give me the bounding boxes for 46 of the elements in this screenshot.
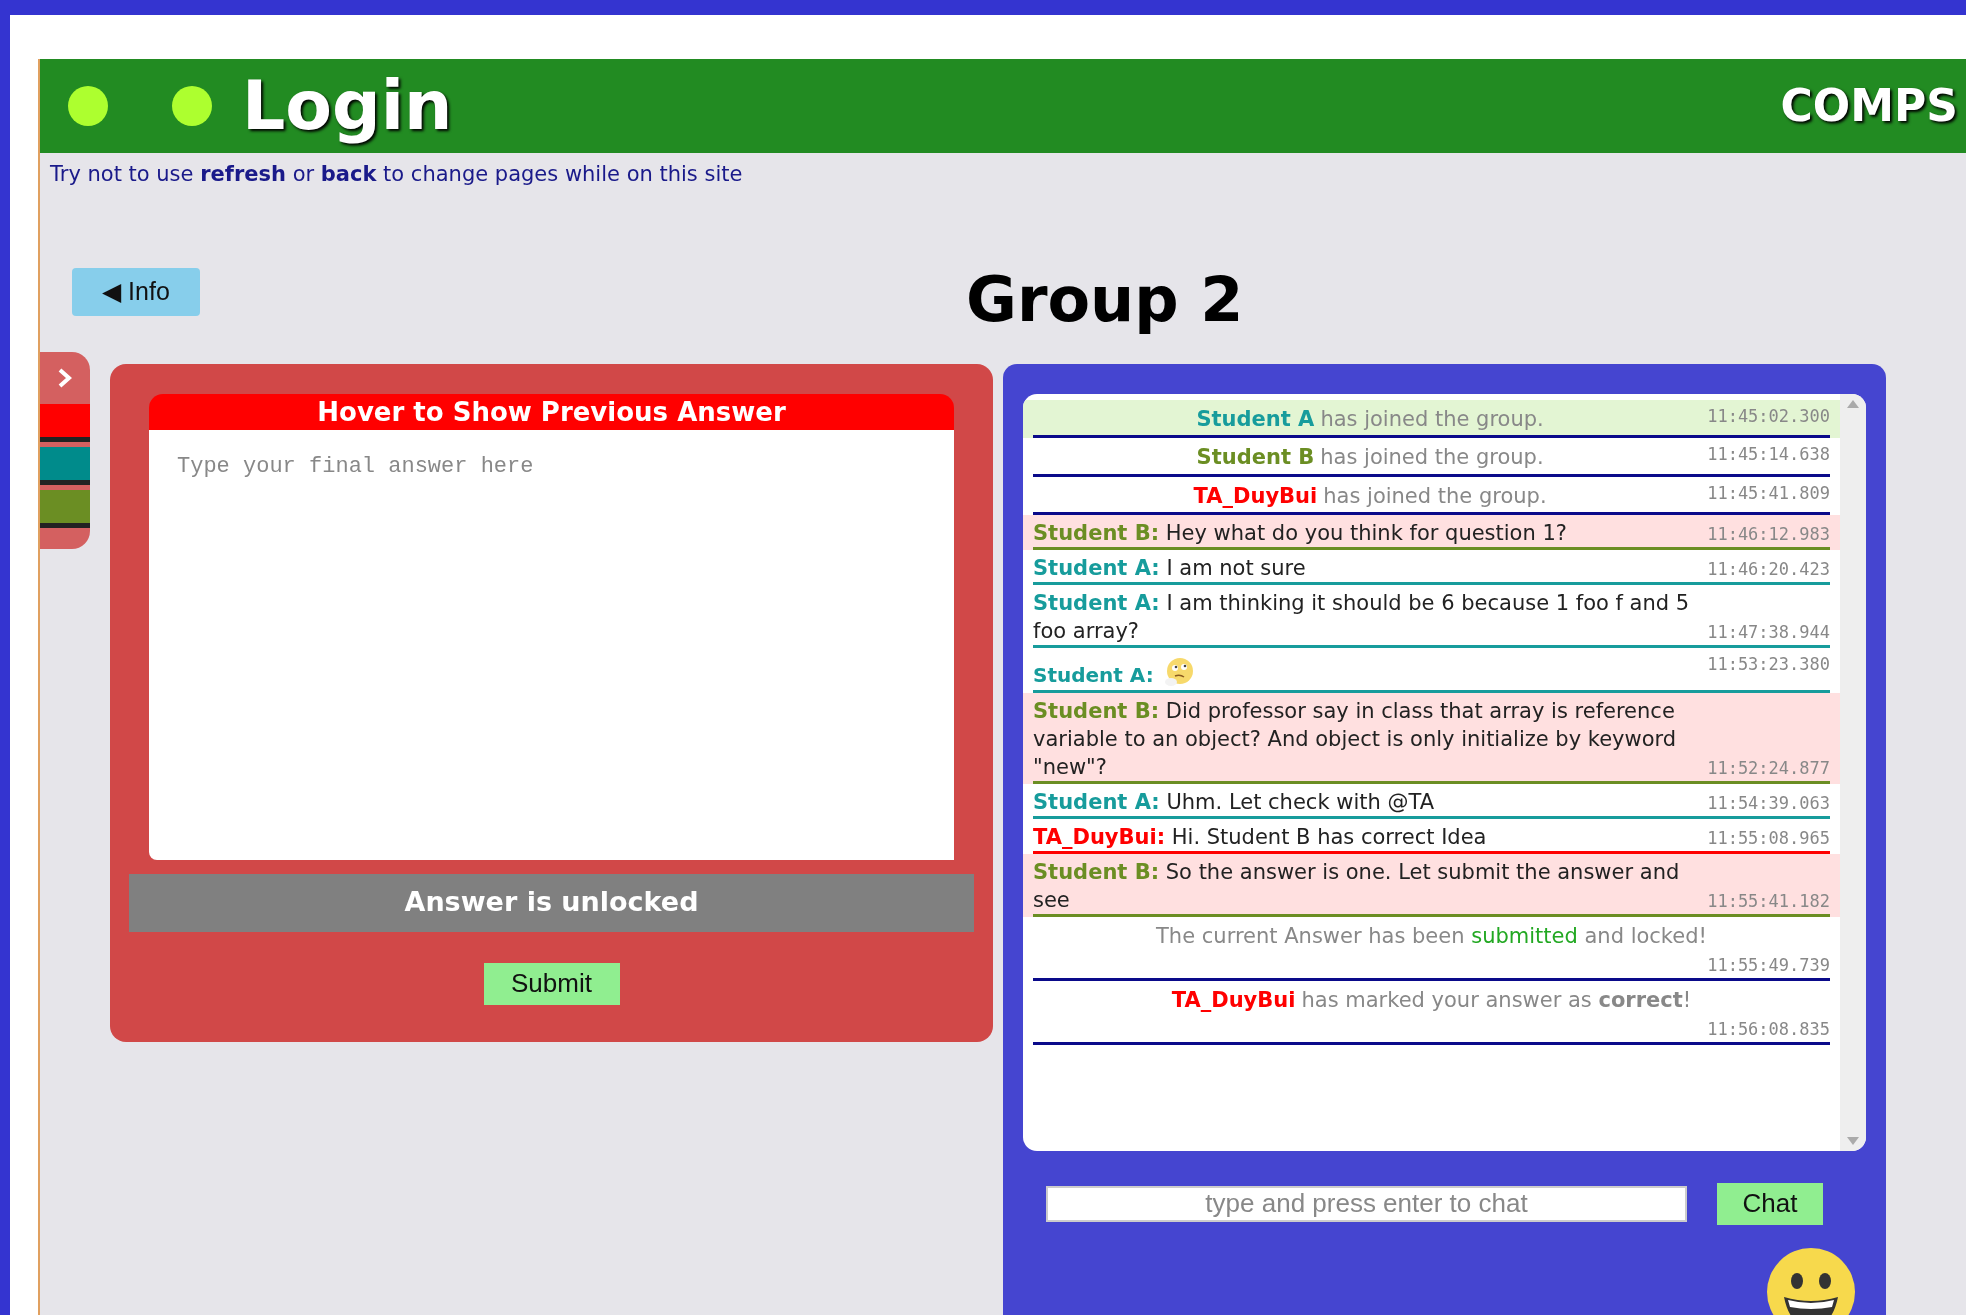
color-tab[interactable] bbox=[40, 403, 90, 442]
message-time: 11:55:49.739 bbox=[1707, 954, 1830, 975]
message-time: 11:45:14.638 bbox=[1707, 443, 1830, 466]
message-time: 11:45:02.300 bbox=[1707, 404, 1830, 428]
message-time: 11:46:12.983 bbox=[1707, 522, 1830, 546]
chat-input[interactable]: type and press enter to chat bbox=[1046, 1185, 1687, 1222]
message-text: Student B: So the answer is one. Let submit the answer and see bbox=[1033, 859, 1681, 914]
sender-name: TA_DuyBui bbox=[1193, 482, 1318, 510]
message-text: Student A: Uhm. Let check with @TA bbox=[1033, 789, 1436, 816]
answer-header[interactable]: Hover to Show Previous Answer bbox=[149, 393, 954, 430]
info-button[interactable]: ◀ Info bbox=[72, 268, 200, 316]
message-time: 11:47:38.944 bbox=[1707, 620, 1830, 644]
message-time: 11:54:39.063 bbox=[1707, 791, 1830, 815]
message-time: 11:52:24.877 bbox=[1707, 756, 1830, 780]
message-time: 11:45:41.809 bbox=[1707, 481, 1830, 505]
mark-text: has marked your answer as correct! bbox=[1301, 987, 1692, 1014]
sender-name: Student A bbox=[1196, 405, 1315, 433]
join-text: has joined the group. bbox=[1323, 482, 1547, 510]
join-text: has joined the group. bbox=[1320, 444, 1544, 471]
color-tab[interactable] bbox=[40, 446, 90, 485]
warning-text: Try not to use refresh or back to change pages while on this site bbox=[50, 161, 743, 188]
message-time: 11:55:41.182 bbox=[1707, 889, 1830, 913]
message-time: 11:56:08.835 bbox=[1707, 1018, 1830, 1039]
sender-name: TA_DuyBui bbox=[1171, 987, 1296, 1014]
side-tab[interactable] bbox=[40, 351, 90, 549]
smiley-icon[interactable] bbox=[1766, 1246, 1856, 1315]
login-title[interactable]: Login bbox=[242, 55, 453, 157]
notice-text: The current Answer has been submitted and locked! bbox=[1155, 923, 1708, 950]
sender-name: Student B bbox=[1196, 444, 1315, 471]
brand-name: COMPS bbox=[1780, 79, 1958, 133]
color-tab[interactable] bbox=[40, 489, 90, 528]
answer-field[interactable]: Type your final answer here bbox=[149, 429, 954, 860]
sender-name: Student A: bbox=[1033, 662, 1154, 689]
message-text: Student A: I am not sure bbox=[1033, 555, 1307, 582]
message-time: 11:55:08.965 bbox=[1707, 826, 1830, 850]
message-time: 11:46:20.423 bbox=[1707, 557, 1830, 581]
message-text: TA_DuyBui: Hi. Student B has correct Idea bbox=[1033, 824, 1488, 851]
group-title: Group 2 bbox=[966, 261, 1244, 338]
message-text: Student A: I am thinking it should be 6 because 1 foo f and 5 foo array? bbox=[1033, 590, 1691, 645]
submit-button[interactable]: Submit bbox=[483, 962, 620, 1005]
chat-button[interactable]: Chat bbox=[1717, 1182, 1823, 1225]
answer-status: Answer is unlocked bbox=[129, 873, 974, 932]
message-text: Student B: Did professor say in class that array is reference variable to an object? And object is only initialize by keyword "new"? bbox=[1033, 698, 1678, 781]
join-text: has joined the group. bbox=[1320, 405, 1544, 433]
message-text: Student B: Hey what do you think for question 1? bbox=[1033, 520, 1568, 547]
message-time: 11:53:23.380 bbox=[1707, 653, 1830, 676]
